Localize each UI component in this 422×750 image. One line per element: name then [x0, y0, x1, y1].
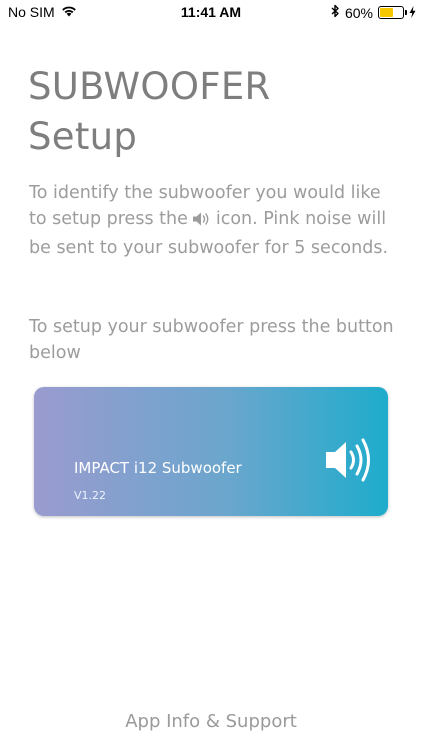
device-name: IMPACT i12 Subwoofer — [74, 459, 242, 477]
identify-instructions: To identify the subwoofer you would like… — [29, 180, 399, 261]
title-line-2: Setup — [28, 115, 138, 158]
speaker-icon[interactable] — [324, 437, 372, 483]
speaker-icon — [192, 209, 212, 235]
bluetooth-icon — [331, 4, 340, 21]
battery-icon — [378, 6, 407, 19]
battery-level — [380, 8, 394, 17]
page-title: SUBWOOFER Setup — [28, 62, 271, 162]
status-right: 60% — [331, 4, 416, 21]
setup-instructions: To setup your subwoofer press the button… — [29, 317, 394, 363]
subwoofer-card-button[interactable]: IMPACT i12 Subwoofer V1.22 — [34, 387, 388, 516]
battery-percent: 60% — [344, 4, 373, 21]
app-info-support-link[interactable]: App Info & Support — [0, 711, 422, 732]
status-bar: No SIM 11:41 AM 60% — [0, 0, 422, 24]
battery-nub — [405, 10, 407, 15]
charging-icon — [409, 5, 416, 21]
title-line-1: SUBWOOFER — [28, 65, 271, 108]
device-version: V1.22 — [74, 489, 107, 502]
